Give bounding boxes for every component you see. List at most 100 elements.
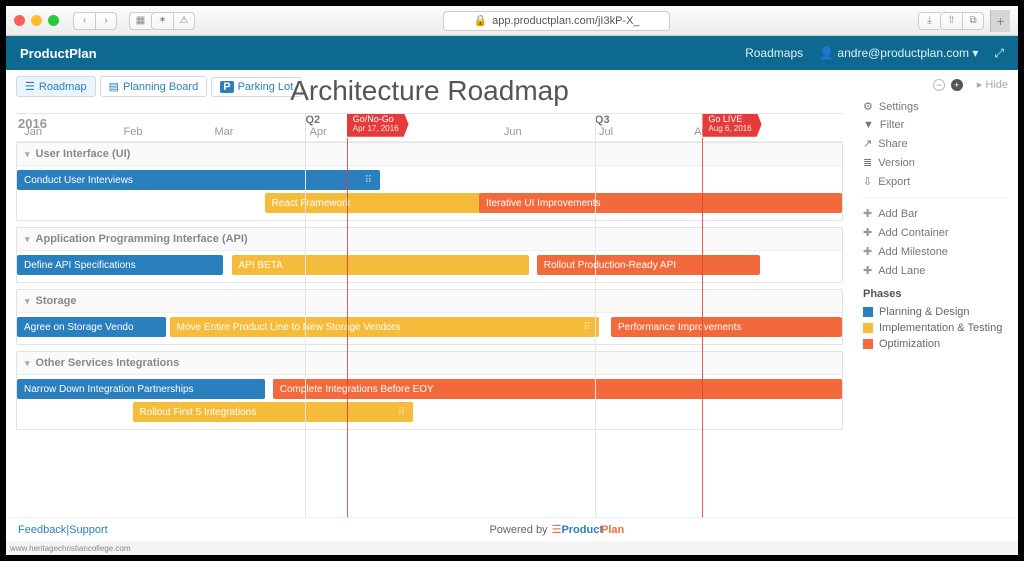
address-url: app.productplan.com/jI3kP-X_	[492, 15, 639, 27]
chevron-down-icon: ▾	[25, 296, 30, 307]
roadmap-bar[interactable]: Rollout Production-Ready API	[537, 255, 760, 275]
phase-legend-item[interactable]: Implementation & Testing	[863, 320, 1008, 336]
toolbar-warning-icon[interactable]: ⚠	[173, 12, 195, 30]
zoom-in-button[interactable]: +	[951, 79, 963, 91]
nav-forward-button[interactable]: ›	[95, 12, 117, 30]
roadmap-bar[interactable]: Narrow Down Integration Partnerships	[17, 379, 265, 399]
side-label: Share	[878, 138, 907, 150]
bar-label: Define API Specifications	[24, 260, 136, 271]
maximize-window-icon[interactable]	[48, 15, 59, 26]
roadmap-bar[interactable]: Rollout First 5 Integrations⠿	[133, 402, 414, 422]
share-icon: ↗	[863, 137, 872, 150]
lane-title: Other Services Integrations	[36, 357, 180, 369]
quarter-divider	[595, 114, 596, 517]
side-label: Version	[878, 157, 915, 169]
download-icon[interactable]: ⤓	[918, 12, 940, 30]
chevron-down-icon: ▾	[25, 149, 30, 160]
user-menu[interactable]: 👤 andre@productplan.com ▾	[819, 46, 978, 60]
lane: ▾Storage Agree on Storage Vendo Move Entir…	[16, 289, 843, 345]
lane-header[interactable]: ▾Storage	[17, 290, 842, 313]
bar-label: Iterative UI Improvements	[486, 198, 600, 209]
milestone-line	[702, 138, 703, 517]
side-menu-filter[interactable]: ▼Filter	[863, 116, 1008, 134]
roadmap-bar[interactable]: Agree on Storage Vendo	[17, 317, 166, 337]
hide-label: Hide	[985, 79, 1008, 91]
bar-label: Rollout First 5 Integrations	[140, 407, 257, 418]
bar-label: Conduct User Interviews	[24, 175, 133, 186]
chevron-down-icon: ▾	[25, 358, 30, 369]
new-tab-button[interactable]: +	[990, 10, 1010, 32]
powered-by-label: Powered by	[489, 524, 547, 536]
side-add-milestone[interactable]: ✚ Add Milestone	[863, 242, 1008, 261]
roadmap-bar[interactable]: Define API Specifications	[17, 255, 223, 275]
support-link[interactable]: Support	[69, 524, 108, 536]
browser-toolbar: ‹ › ▦ ✶ ⚠ 🔒 app.productplan.com/jI3kP-X_…	[6, 6, 1018, 36]
milestone-flag[interactable]: Go LIVEAug 6, 2016	[702, 113, 761, 137]
page-title: Architecture Roadmap	[16, 75, 843, 107]
lock-icon: 🔒	[473, 14, 487, 27]
side-menu-export[interactable]: ⇩Export	[863, 172, 1008, 191]
side-label: Settings	[879, 101, 919, 113]
phases-heading: Phases	[863, 288, 1008, 300]
toolbar-extension-icon[interactable]: ▦	[129, 12, 151, 30]
lane-header[interactable]: ▾Application Programming Interface (API)	[17, 228, 842, 251]
plus-icon: ✚	[863, 226, 872, 239]
address-bar[interactable]: 🔒 app.productplan.com/jI3kP-X_	[443, 11, 671, 31]
side-add-container[interactable]: ✚ Add Container	[863, 223, 1008, 242]
side-label: Add Milestone	[878, 246, 948, 258]
months-header: JanFebMarQ2AprJunQ3JulAuGo/No-GoApr 17, …	[16, 114, 843, 142]
lane-row: Define API Specifications API BETA Rollout…	[17, 255, 842, 275]
month-label: Jun	[504, 126, 522, 138]
zoom-out-button[interactable]: −	[933, 79, 945, 91]
month-label: Mar	[214, 126, 233, 138]
lane-row: React FrameworkIterative UI Improvements	[17, 193, 842, 213]
lane-row: Conduct User Interviews⠿	[17, 170, 842, 190]
lane-title: Application Programming Interface (API)	[36, 233, 248, 245]
tabs-icon[interactable]: ⧉	[962, 12, 984, 30]
roadmap-bar[interactable]: Iterative UI Improvements	[479, 193, 842, 213]
side-label: Add Lane	[878, 265, 925, 277]
bar-label: Agree on Storage Vendo	[24, 322, 134, 333]
productplan-logo[interactable]: ☰ProductPlan	[552, 523, 625, 536]
sidebar: − + ▸ Hide ⚙ Settings ▼Filter ↗ Share ≣Versio…	[853, 70, 1018, 517]
roadmap-bar[interactable]: Performance Improvements	[611, 317, 842, 337]
side-menu-version[interactable]: ≣Version	[863, 153, 1008, 172]
side-add-bar[interactable]: ✚Add Bar	[863, 204, 1008, 223]
brand[interactable]: ProductPlan	[20, 46, 97, 61]
nav-back-button[interactable]: ‹	[73, 12, 95, 30]
side-menu-share[interactable]: ↗ Share	[863, 134, 1008, 153]
side-label: Filter	[880, 119, 904, 131]
side-label: Add Container	[878, 227, 948, 239]
lane-header[interactable]: ▾User Interface (UI)	[17, 143, 842, 166]
lane-row: Agree on Storage Vendo Move Entire Produc…	[17, 317, 842, 337]
expand-icon[interactable]: ⤢	[994, 46, 1004, 61]
side-add-lane[interactable]: ✚Add Lane	[863, 261, 1008, 280]
lanes-container: ▾User Interface (UI) Conduct User Intervi…	[16, 142, 843, 517]
feedback-link[interactable]: Feedback	[18, 524, 66, 536]
nav-roadmaps[interactable]: Roadmaps	[745, 46, 803, 60]
toolbar-wand-icon[interactable]: ✶	[151, 12, 173, 30]
month-label: Jul	[599, 126, 613, 138]
phase-legend-item[interactable]: Planning & Design	[863, 304, 1008, 320]
app-footer: Feedback | Support Powered by ☰ProductPl…	[6, 517, 1018, 541]
bar-label: Rollout Production-Ready API	[544, 260, 676, 271]
lane-header[interactable]: ▾ Other Services Integrations	[17, 352, 842, 375]
side-menu-settings[interactable]: ⚙ Settings	[863, 97, 1008, 116]
chevron-down-icon: ▾	[972, 46, 978, 60]
bar-label: Move Entire Product Line to New Storage …	[177, 322, 400, 333]
close-window-icon[interactable]	[14, 15, 25, 26]
roadmap-bar[interactable]: Complete Integrations Before EOY	[273, 379, 842, 399]
minimize-window-icon[interactable]	[31, 15, 42, 26]
plus-icon: ✚	[863, 245, 872, 258]
lane: ▾User Interface (UI) Conduct User Intervi…	[16, 142, 843, 221]
hide-sidebar-button[interactable]: ▸ Hide	[977, 78, 1008, 91]
share-icon[interactable]: ⇧	[940, 12, 962, 30]
phase-label: Planning & Design	[879, 306, 970, 318]
roadmap-bar[interactable]: Conduct User Interviews⠿	[17, 170, 380, 190]
roadmap-bar[interactable]: API BETA	[232, 255, 529, 275]
roadmap-bar[interactable]: Move Entire Product Line to New Storage …	[170, 317, 599, 337]
bar-label: Performance Improvements	[618, 322, 741, 333]
phase-legend-item[interactable]: Optimization	[863, 336, 1008, 352]
settings-icon: ⚙	[863, 100, 873, 113]
milestone-flag[interactable]: Go/No-GoApr 17, 2016	[347, 113, 409, 137]
